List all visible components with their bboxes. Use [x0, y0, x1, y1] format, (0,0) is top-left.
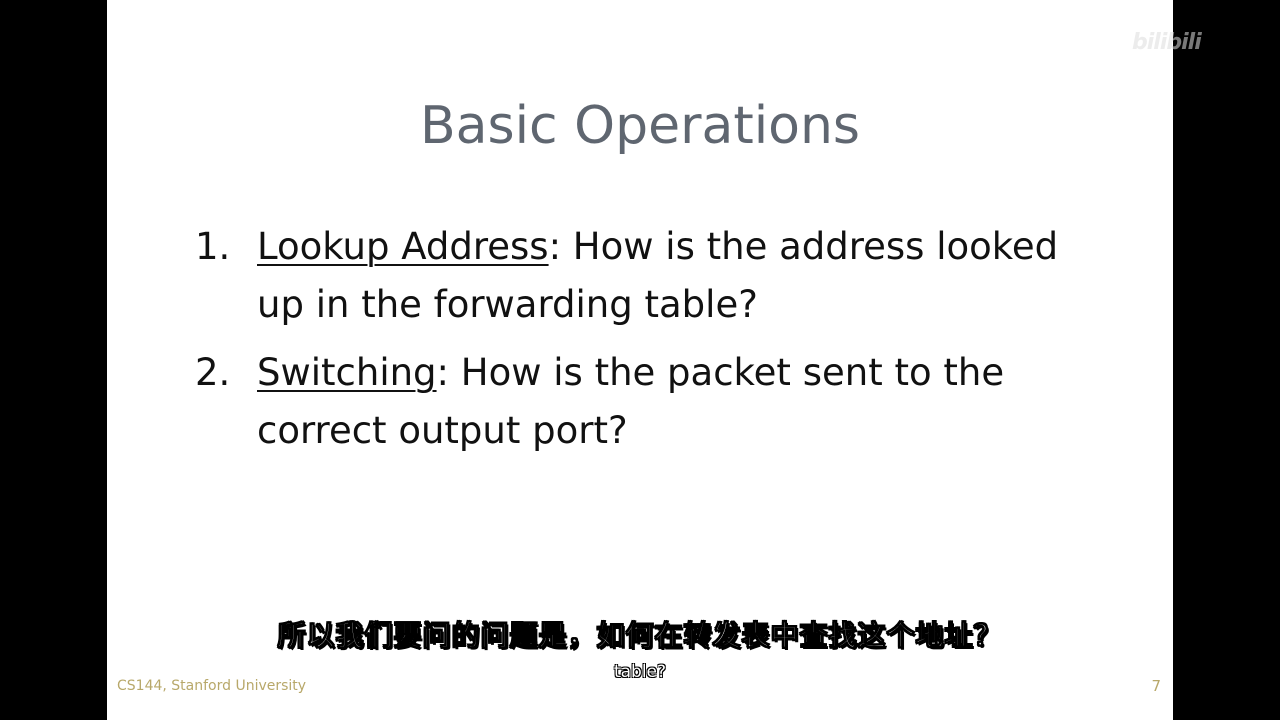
- item-text: Switching: How is the packet sent to the…: [257, 344, 1095, 460]
- item-term: Switching: [257, 351, 437, 394]
- item-number: 2.: [195, 351, 231, 394]
- item-term: Lookup Address: [257, 225, 549, 268]
- video-frame: Basic Operations 1. Lookup Address: How …: [0, 0, 1280, 720]
- bilibili-logo: bilibili: [1132, 30, 1202, 55]
- lecture-slide: Basic Operations 1. Lookup Address: How …: [107, 0, 1173, 720]
- slide-title: Basic Operations: [419, 96, 861, 156]
- item-text: Lookup Address: How is the address looke…: [257, 218, 1095, 334]
- subtitle-chinese: 所以我们要问的问题是，如何在转发表中查找这个地址？: [277, 619, 1003, 653]
- subtitle-english: table?: [613, 662, 667, 682]
- item-number: 1.: [195, 225, 231, 268]
- list-item: 2. Switching: How is the packet sent to …: [195, 344, 1095, 460]
- operations-list: 1. Lookup Address: How is the address lo…: [195, 218, 1095, 470]
- list-item: 1. Lookup Address: How is the address lo…: [195, 218, 1095, 334]
